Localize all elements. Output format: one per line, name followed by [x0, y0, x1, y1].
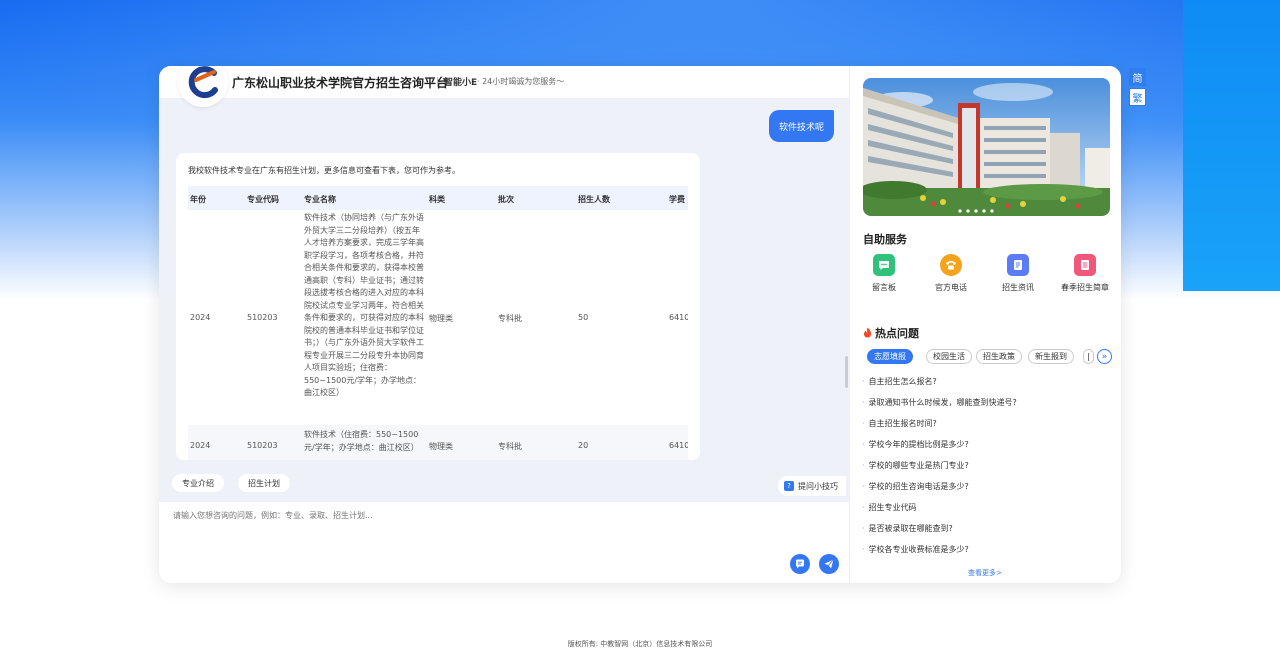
- platform-title: 广东松山职业技术学院官方招生咨询平台: [232, 76, 449, 90]
- question-tips-button[interactable]: ? 提问小技巧: [778, 476, 846, 496]
- table-cell-category: 物理类: [429, 314, 453, 323]
- table-cell-fee: 6410: [669, 313, 688, 322]
- assistant-tagline: · 24小时竭诚为您服务～: [477, 77, 565, 86]
- tab-volunteer-filling[interactable]: 志愿填报: [867, 349, 913, 364]
- question-input[interactable]: [173, 507, 773, 523]
- lang-simplified-button[interactable]: 简: [1129, 68, 1146, 86]
- chat-bubble-icon: [796, 559, 804, 569]
- hot-question-item[interactable]: · 学校的招生咨询电话是多少?: [862, 481, 969, 492]
- quick-chip-major-intro[interactable]: 专业介绍: [172, 474, 224, 492]
- service-label: 春季招生简章: [1061, 283, 1109, 292]
- self-service-title: 自助服务: [863, 233, 907, 246]
- input-area: [159, 502, 849, 583]
- column-header: 学费: [669, 195, 685, 204]
- quick-question-bar: 专业介绍 招生计划 ? 提问小技巧: [159, 468, 849, 502]
- hot-question-item[interactable]: · 是否被录取在哪能查到?: [862, 523, 953, 534]
- table-cell-count: 50: [578, 313, 589, 322]
- chat-scrollbar[interactable]: [845, 356, 848, 388]
- column-header: 年份: [190, 195, 206, 204]
- service-label: 留言板: [872, 283, 896, 292]
- chat-window: 软件技术呢 我校软件技术专业在广东有招生计划，更多信息可查看下表，您可作为参考。…: [159, 66, 1121, 583]
- send-button[interactable]: [819, 554, 839, 574]
- service-admission-news[interactable]: 招生资讯: [988, 254, 1048, 293]
- send-icon: [824, 559, 834, 569]
- column-header: 专业代码: [247, 195, 279, 204]
- tab-freshman-registration[interactable]: 新生报到: [1028, 349, 1074, 364]
- campus-banner-image[interactable]: [863, 78, 1110, 216]
- column-header: 专业名称: [304, 195, 336, 204]
- message-board-icon: [873, 254, 895, 276]
- table-cell-name: 软件技术（协同培养（与广东外语外贸大学三二分段培养）（按五年人才培养方案要求，完…: [304, 213, 424, 397]
- table-cell-code: 510203: [247, 441, 278, 450]
- table-cell-fee: 6410: [669, 441, 688, 450]
- quick-chip-enrollment-plan[interactable]: 招生计划: [238, 474, 290, 492]
- question-tips-label: 提问小技巧: [798, 481, 838, 491]
- chat-history-button[interactable]: [790, 554, 810, 574]
- service-label: 招生资讯: [1002, 283, 1034, 292]
- table-header: 年份 专业代码 专业名称 科类 批次 招生人数 学费: [188, 186, 688, 210]
- table-cell-category: 物理类: [429, 442, 453, 451]
- copyright-footer: 版权所有: 中教智网（北京）信息技术有限公司: [567, 640, 713, 648]
- brochure-icon: [1074, 254, 1096, 276]
- service-official-phone[interactable]: 官方电话: [921, 254, 981, 293]
- table-cell-name: 软件技术（住宿费：550~1500元/学年；办学地点：曲江校区）: [304, 430, 419, 452]
- hot-question-item[interactable]: · 学校的哪些专业是热门专业?: [862, 460, 969, 471]
- double-chevron-right-icon: »: [1101, 351, 1108, 362]
- table-row: 2024 510203 软件技术（协同培养（与广东外语外贸大学三二分段培养）（按…: [188, 210, 688, 425]
- table-cell-count: 20: [578, 441, 589, 450]
- tab-more[interactable]: |: [1083, 349, 1094, 364]
- assistant-brand: 智能小E: [444, 78, 478, 88]
- column-header: 科类: [429, 195, 445, 204]
- background-accent: [1183, 0, 1280, 291]
- view-more-link[interactable]: 查看更多>: [968, 568, 1002, 578]
- chat-pane: 软件技术呢 我校软件技术专业在广东有招生计划，更多信息可查看下表，您可作为参考。…: [159, 66, 849, 583]
- service-message-board[interactable]: 留言板: [854, 254, 914, 293]
- user-message-bubble: 软件技术呢: [769, 110, 835, 142]
- chat-header: 广东松山职业技术学院官方招生咨询平台 智能小E · 24小时竭诚为您服务～: [159, 66, 849, 107]
- table-cell-batch: 专科批: [498, 314, 522, 323]
- tabs-next-button[interactable]: »: [1097, 349, 1112, 364]
- hot-question-item[interactable]: · 学校今年的提档比例是多少?: [862, 439, 969, 450]
- column-header: 招生人数: [578, 195, 610, 204]
- answer-intro-text: 我校软件技术专业在广东有招生计划，更多信息可查看下表，您可作为参考。: [188, 166, 460, 175]
- table-cell-code: 510203: [247, 313, 278, 322]
- phone-icon: [940, 254, 962, 276]
- tab-admission-policy[interactable]: 招生政策: [976, 349, 1022, 364]
- service-spring-brochure[interactable]: 春季招生简章: [1055, 254, 1115, 293]
- news-icon: [1007, 254, 1029, 276]
- hot-questions-title: 热点问题: [875, 327, 919, 340]
- message-list: 软件技术呢 我校软件技术专业在广东有招生计划，更多信息可查看下表，您可作为参考。…: [159, 98, 849, 468]
- bot-answer-card: 我校软件技术专业在广东有招生计划，更多信息可查看下表，您可作为参考。 年份 专业…: [176, 153, 700, 460]
- hot-question-item[interactable]: · 录取通知书什么时候发，哪能查到快递号?: [862, 397, 1017, 408]
- table-cell-year: 2024: [190, 313, 211, 322]
- fire-icon: [863, 327, 872, 338]
- sidebar: 自助服务 留言板 官方电话 招生资讯 春季招生简章 热点问题 志愿填报 校园生活…: [849, 66, 1121, 583]
- language-switch: 简 繁: [1129, 68, 1146, 106]
- help-icon: ?: [784, 481, 794, 491]
- table-row: 2024 510203 软件技术（住宿费：550~1500元/学年；办学地点：曲…: [188, 425, 688, 460]
- hot-question-item[interactable]: · 招生专业代码: [862, 502, 917, 513]
- header-divider: [437, 77, 438, 87]
- column-header: 批次: [498, 195, 514, 204]
- hot-question-item[interactable]: · 自主招生怎么报名?: [862, 376, 937, 387]
- enrollment-table[interactable]: 年份 专业代码 专业名称 科类 批次 招生人数 学费 2024 510203 软…: [188, 186, 688, 460]
- service-label: 官方电话: [935, 283, 967, 292]
- school-logo: [178, 66, 228, 107]
- tab-campus-life[interactable]: 校园生活: [926, 349, 972, 364]
- table-cell-year: 2024: [190, 441, 211, 450]
- hot-question-item[interactable]: · 学校各专业收费标准是多少?: [862, 544, 969, 555]
- lang-traditional-button[interactable]: 繁: [1129, 88, 1146, 106]
- table-cell-batch: 专科批: [498, 442, 522, 451]
- hot-question-item[interactable]: · 自主招生报名时间?: [862, 418, 937, 429]
